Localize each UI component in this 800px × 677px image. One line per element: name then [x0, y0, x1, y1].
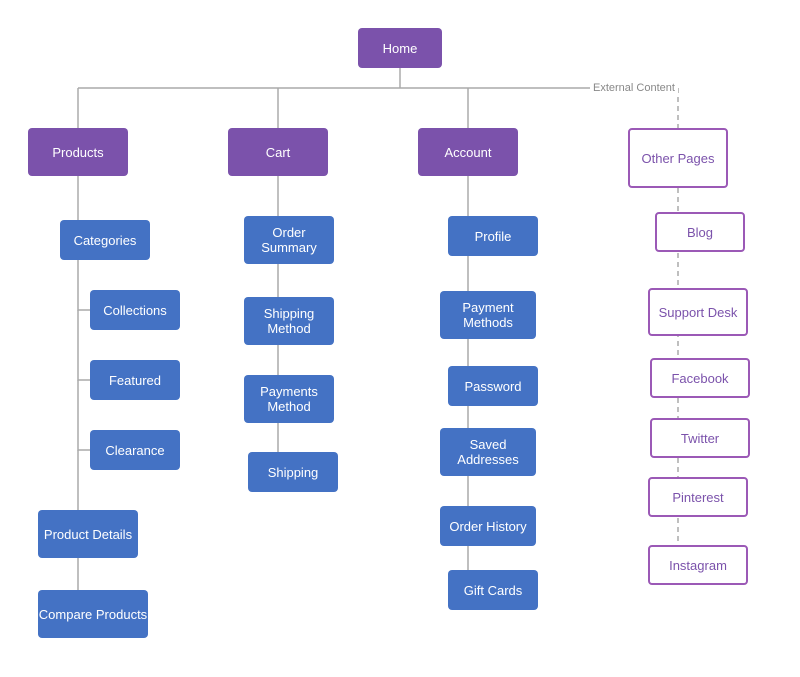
payment-methods-node: Payment Methods [440, 291, 536, 339]
gift-cards-node: Gift Cards [448, 570, 538, 610]
facebook-node: Facebook [650, 358, 750, 398]
order-history-node: Order History [440, 506, 536, 546]
support-desk-node: Support Desk [648, 288, 748, 336]
instagram-node: Instagram [648, 545, 748, 585]
twitter-node: Twitter [650, 418, 750, 458]
home-node: Home [358, 28, 442, 68]
otherpages-node: Other Pages [628, 128, 728, 188]
pinterest-node: Pinterest [648, 477, 748, 517]
cart-node: Cart [228, 128, 328, 176]
blog-node: Blog [655, 212, 745, 252]
order-summary-node: Order Summary [244, 216, 334, 264]
products-node: Products [28, 128, 128, 176]
categories-node: Categories [60, 220, 150, 260]
password-node: Password [448, 366, 538, 406]
shipping-node: Shipping [248, 452, 338, 492]
payments-method-node: Payments Method [244, 375, 334, 423]
clearance-node: Clearance [90, 430, 180, 470]
product-details-node: Product Details [38, 510, 138, 558]
profile-node: Profile [448, 216, 538, 256]
saved-addresses-node: Saved Addresses [440, 428, 536, 476]
compare-products-node: Compare Products [38, 590, 148, 638]
account-node: Account [418, 128, 518, 176]
featured-node: Featured [90, 360, 180, 400]
external-content-label: External Content [590, 82, 678, 94]
collections-node: Collections [90, 290, 180, 330]
sitemap-diagram: External Content Home Products Cart Acco… [0, 0, 800, 677]
shipping-method-node: Shipping Method [244, 297, 334, 345]
